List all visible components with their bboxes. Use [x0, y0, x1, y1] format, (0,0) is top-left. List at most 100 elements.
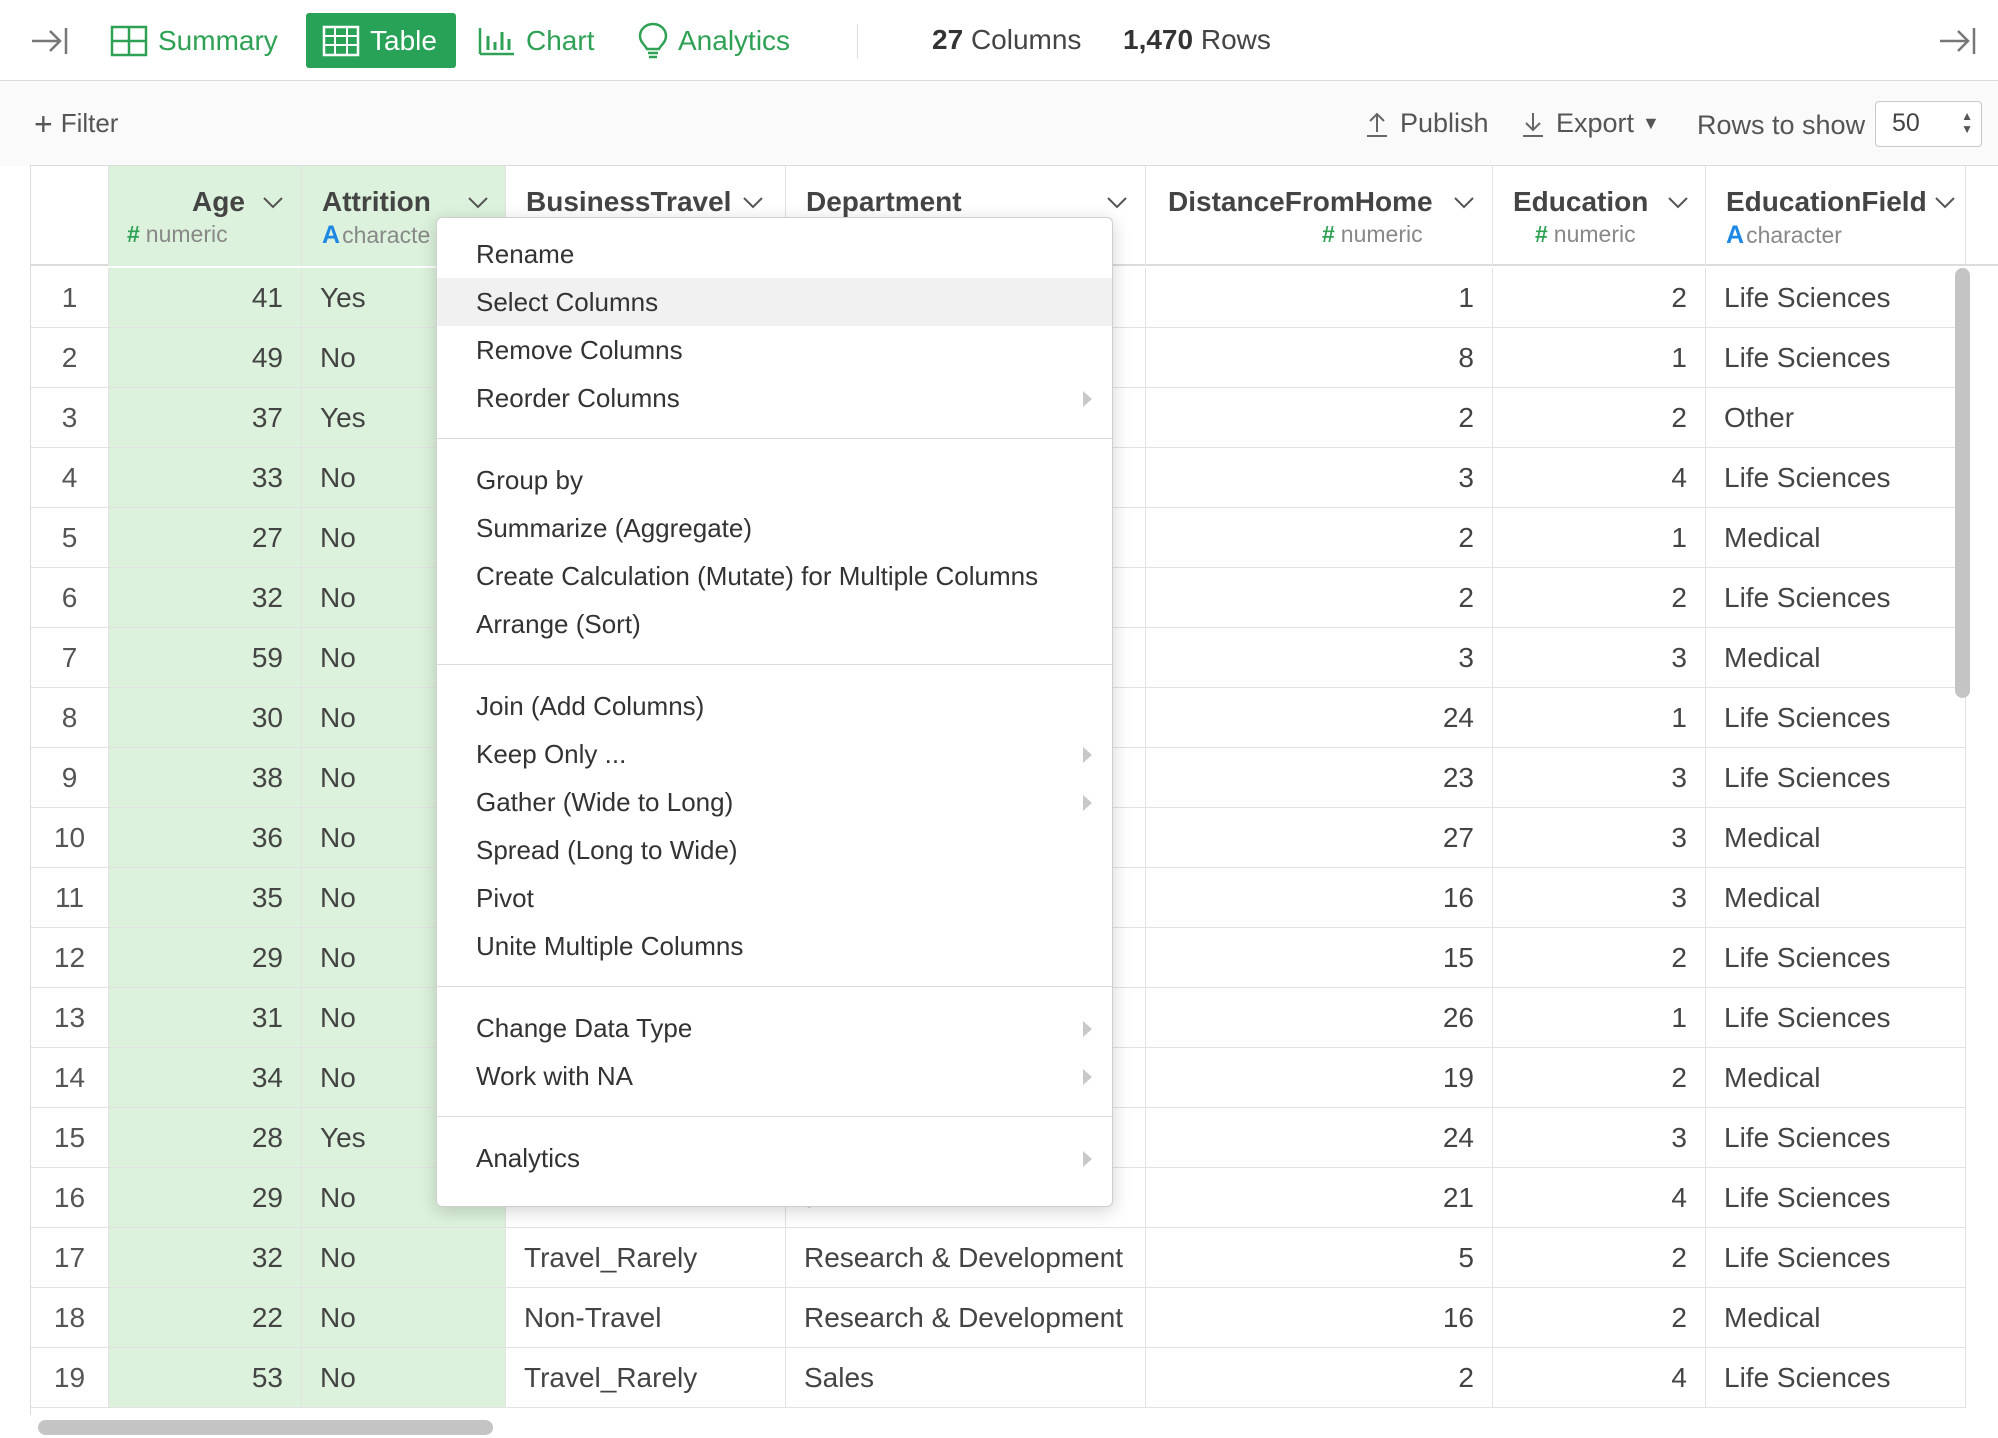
row-number[interactable]: 2 [31, 328, 109, 387]
cell-distancefromhome[interactable]: 3 [1146, 628, 1493, 687]
cell-distancefromhome[interactable]: 2 [1146, 508, 1493, 567]
menu-item[interactable]: Reorder Columns [437, 374, 1112, 422]
row-number[interactable]: 19 [31, 1348, 109, 1407]
cell-distancefromhome[interactable]: 2 [1146, 1348, 1493, 1407]
row-number[interactable]: 7 [31, 628, 109, 687]
cell-educationfield[interactable]: Life Sciences [1706, 688, 1966, 747]
row-number[interactable]: 18 [31, 1288, 109, 1347]
cell-distancefromhome[interactable]: 16 [1146, 868, 1493, 927]
cell-distancefromhome[interactable]: 2 [1146, 568, 1493, 627]
cell-distancefromhome[interactable]: 15 [1146, 928, 1493, 987]
cell-age[interactable]: 34 [109, 1048, 302, 1107]
menu-item[interactable]: Work with NA [437, 1052, 1112, 1100]
menu-item[interactable]: Remove Columns [437, 326, 1112, 374]
cell-age[interactable]: 29 [109, 928, 302, 987]
cell-educationfield[interactable]: Life Sciences [1706, 268, 1966, 327]
row-number[interactable]: 14 [31, 1048, 109, 1107]
cell-distancefromhome[interactable]: 24 [1146, 688, 1493, 747]
cell-education[interactable]: 3 [1493, 808, 1706, 867]
column-header-distancefromhome[interactable]: DistanceFromHome # numeric [1146, 166, 1493, 266]
cell-businesstravel[interactable]: Travel_Rarely [506, 1228, 786, 1287]
cell-businesstravel[interactable]: Non-Travel [506, 1288, 786, 1347]
cell-attrition[interactable]: No [302, 1228, 506, 1287]
cell-educationfield[interactable]: Life Sciences [1706, 748, 1966, 807]
chevron-down-icon[interactable] [1453, 196, 1475, 210]
cell-age[interactable]: 22 [109, 1288, 302, 1347]
menu-item[interactable]: Change Data Type [437, 1004, 1112, 1052]
cell-distancefromhome[interactable]: 19 [1146, 1048, 1493, 1107]
cell-distancefromhome[interactable]: 1 [1146, 268, 1493, 327]
rows-to-show-select[interactable]: 50 ▲ ▼ [1875, 101, 1982, 147]
menu-item[interactable]: Unite Multiple Columns [437, 922, 1112, 970]
row-number[interactable]: 8 [31, 688, 109, 747]
menu-item[interactable]: Gather (Wide to Long) [437, 778, 1112, 826]
cell-age[interactable]: 32 [109, 568, 302, 627]
chevron-down-icon[interactable] [742, 196, 764, 210]
cell-distancefromhome[interactable]: 21 [1146, 1168, 1493, 1227]
cell-age[interactable]: 28 [109, 1108, 302, 1167]
row-number[interactable]: 4 [31, 448, 109, 507]
collapse-right-icon[interactable] [1938, 24, 1978, 58]
cell-distancefromhome[interactable]: 23 [1146, 748, 1493, 807]
cell-educationfield[interactable]: Life Sciences [1706, 1168, 1966, 1227]
chevron-down-icon[interactable] [1667, 196, 1689, 210]
row-number[interactable]: 13 [31, 988, 109, 1047]
cell-age[interactable]: 30 [109, 688, 302, 747]
cell-educationfield[interactable]: Life Sciences [1706, 448, 1966, 507]
cell-education[interactable]: 2 [1493, 1228, 1706, 1287]
cell-educationfield[interactable]: Medical [1706, 1288, 1966, 1347]
menu-item[interactable]: Summarize (Aggregate) [437, 504, 1112, 552]
cell-educationfield[interactable]: Life Sciences [1706, 988, 1966, 1047]
column-header-education[interactable]: Education # numeric [1493, 166, 1706, 266]
tab-table[interactable]: Table [306, 13, 456, 68]
horizontal-scrollbar[interactable] [38, 1420, 493, 1435]
cell-education[interactable]: 1 [1493, 688, 1706, 747]
cell-education[interactable]: 3 [1493, 868, 1706, 927]
cell-education[interactable]: 4 [1493, 448, 1706, 507]
menu-item[interactable]: Rename [437, 230, 1112, 278]
cell-distancefromhome[interactable]: 5 [1146, 1228, 1493, 1287]
menu-item[interactable]: Keep Only ... [437, 730, 1112, 778]
cell-educationfield[interactable]: Life Sciences [1706, 328, 1966, 387]
row-number[interactable]: 9 [31, 748, 109, 807]
row-number[interactable]: 15 [31, 1108, 109, 1167]
tab-analytics[interactable]: Analytics [638, 13, 790, 68]
cell-education[interactable]: 1 [1493, 328, 1706, 387]
cell-age[interactable]: 31 [109, 988, 302, 1047]
vertical-scrollbar[interactable] [1955, 268, 1970, 698]
cell-education[interactable]: 2 [1493, 1048, 1706, 1107]
cell-educationfield[interactable]: Life Sciences [1706, 568, 1966, 627]
row-number[interactable]: 6 [31, 568, 109, 627]
column-header-age[interactable]: Age # numeric [109, 166, 302, 266]
cell-age[interactable]: 49 [109, 328, 302, 387]
menu-item[interactable]: Pivot [437, 874, 1112, 922]
cell-education[interactable]: 2 [1493, 388, 1706, 447]
cell-age[interactable]: 41 [109, 268, 302, 327]
chevron-down-icon[interactable] [467, 196, 489, 210]
cell-education[interactable]: 2 [1493, 568, 1706, 627]
cell-educationfield[interactable]: Life Sciences [1706, 1348, 1966, 1407]
cell-educationfield[interactable]: Life Sciences [1706, 928, 1966, 987]
cell-department[interactable]: Research & Development [786, 1288, 1146, 1347]
menu-item[interactable]: Analytics [437, 1134, 1112, 1182]
cell-educationfield[interactable]: Life Sciences [1706, 1228, 1966, 1287]
cell-age[interactable]: 36 [109, 808, 302, 867]
menu-item[interactable]: Join (Add Columns) [437, 682, 1112, 730]
chevron-down-icon[interactable] [1934, 196, 1956, 210]
row-number[interactable]: 1 [31, 268, 109, 327]
cell-department[interactable]: Research & Development [786, 1228, 1146, 1287]
add-filter-button[interactable]: + Filter [34, 108, 118, 140]
chevron-down-icon[interactable] [1106, 196, 1128, 210]
row-number[interactable]: 11 [31, 868, 109, 927]
cell-age[interactable]: 33 [109, 448, 302, 507]
tab-chart[interactable]: Chart [478, 13, 594, 68]
column-header-educationfield[interactable]: EducationField Acharacter [1706, 166, 1966, 266]
cell-age[interactable]: 53 [109, 1348, 302, 1407]
cell-education[interactable]: 4 [1493, 1348, 1706, 1407]
cell-educationfield[interactable]: Other [1706, 388, 1966, 447]
cell-age[interactable]: 38 [109, 748, 302, 807]
cell-educationfield[interactable]: Medical [1706, 868, 1966, 927]
menu-item[interactable]: Select Columns [437, 278, 1112, 326]
row-number[interactable]: 17 [31, 1228, 109, 1287]
cell-attrition[interactable]: No [302, 1288, 506, 1347]
